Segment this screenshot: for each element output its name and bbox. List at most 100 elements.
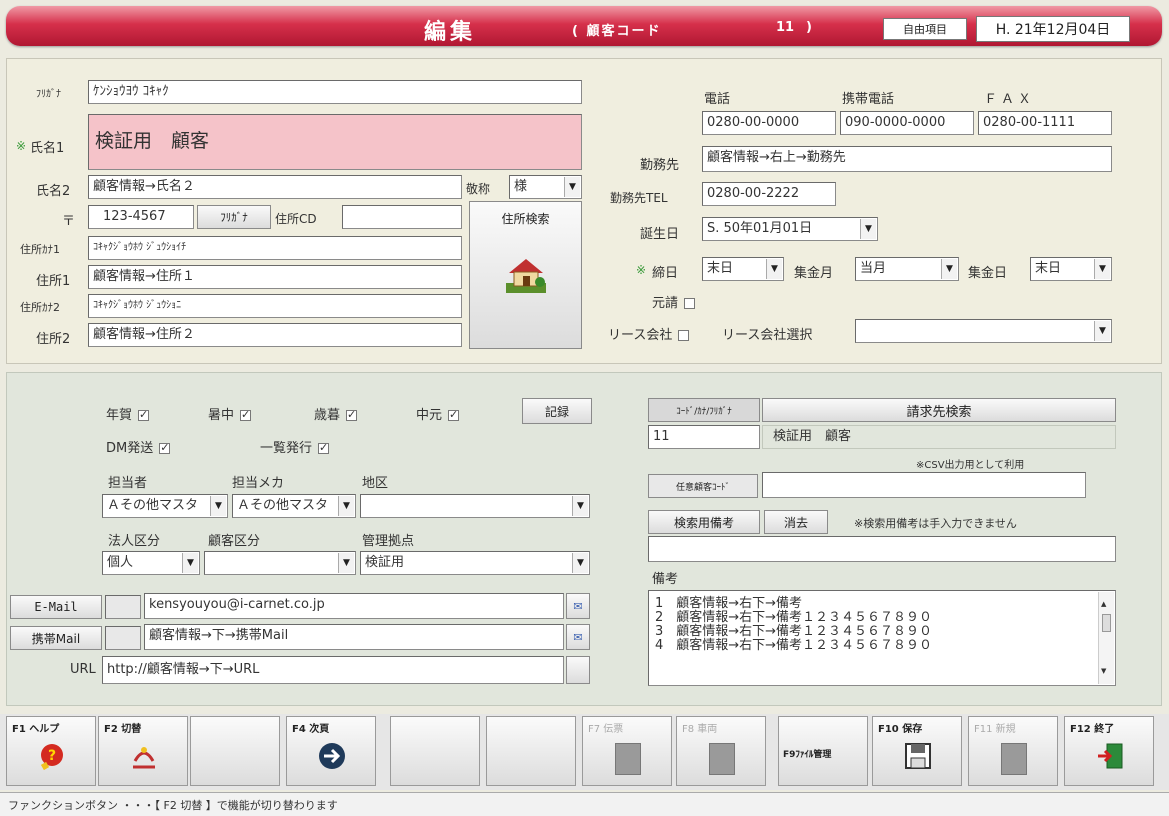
collect-month-select[interactable]: 当月 ▼ [855, 257, 959, 281]
chevron-down-icon[interactable]: ▼ [860, 219, 876, 239]
address2-label: 住所2 [36, 332, 71, 347]
chevron-down-icon[interactable]: ▼ [338, 553, 354, 573]
dm-checkbox[interactable] [159, 441, 171, 454]
closing-select[interactable]: 末日 ▼ [702, 257, 784, 281]
f1-help-button[interactable]: F1 ヘルプ ? [6, 716, 96, 786]
billing-search-button[interactable]: 請求先検索 [762, 398, 1116, 422]
closing-label: 締日 [652, 266, 679, 281]
mobile-input[interactable]: 090-0000-0000 [840, 111, 974, 135]
mobile-label: 携帯電話 [842, 92, 895, 107]
maker-select[interactable]: Ａその他マスタ ▼ [232, 494, 356, 518]
f4-next-page-button[interactable]: F4 次頁 [286, 716, 376, 786]
chevron-down-icon[interactable]: ▼ [766, 259, 782, 279]
f6-empty-button[interactable] [486, 716, 576, 786]
email-input[interactable]: kensyouyou@i-carnet.co.jp [144, 593, 564, 619]
kokyaku-select[interactable]: ▼ [204, 551, 356, 575]
chevron-down-icon[interactable]: ▼ [564, 177, 580, 197]
url-open-button[interactable] [566, 656, 590, 684]
address-kana1-input[interactable]: ｺｷｬｸｼﾞｮｳﾎｳ ｼﾞｭｳｼｮｲﾁ [88, 236, 462, 260]
f9-file-manage-button[interactable]: F9ﾌｧｲﾙ管理 [778, 716, 868, 786]
biko-scrollbar[interactable]: ▲ ▼ [1098, 592, 1114, 684]
lease-select[interactable]: ▼ [855, 319, 1112, 343]
f7-denpyo-button[interactable]: F7 伝票 [582, 716, 672, 786]
billing-name-display: 検証用 顧客 [762, 425, 1116, 449]
billing-code-input[interactable]: 11 [648, 425, 760, 449]
email-send-icon[interactable]: ✉ [566, 593, 590, 619]
chevron-down-icon[interactable]: ▼ [572, 553, 588, 573]
scroll-up-icon[interactable]: ▲ [1101, 596, 1106, 613]
biko-textarea[interactable]: 1 顧客情報→右下→備考 2 顧客情報→右下→備考１２３４５６７８９０ 3 顧客… [648, 590, 1116, 686]
fax-input[interactable]: 0280-00-1111 [978, 111, 1112, 135]
f3-empty-button[interactable] [190, 716, 280, 786]
f12-exit-button[interactable]: F12 終了 [1064, 716, 1154, 786]
workplace-tel-input[interactable]: 0280-00-2222 [702, 182, 836, 206]
f10-save-button[interactable]: F10 保存 [872, 716, 962, 786]
f11-new-button[interactable]: F11 新規 [968, 716, 1058, 786]
tantou-label: 担当者 [108, 476, 148, 491]
area-select[interactable]: ▼ [360, 494, 590, 518]
f8-vehicle-button[interactable]: F8 車両 [676, 716, 766, 786]
workplace-label: 勤務先 [640, 158, 680, 173]
clear-button[interactable]: 消去 [764, 510, 828, 534]
biko-label: 備考 [652, 572, 679, 587]
tantou-select[interactable]: Ａその他マスタ ▼ [102, 494, 228, 518]
address-cd-input[interactable] [342, 205, 462, 229]
ichiran-checkbox[interactable] [318, 441, 330, 454]
houjin-label: 法人区分 [108, 534, 161, 549]
collect-day-select[interactable]: 末日 ▼ [1030, 257, 1112, 281]
mobile-mail-button[interactable]: 携帯Mail [10, 626, 102, 650]
email-button[interactable]: E-Mail [10, 595, 102, 619]
address-cd-label: 住所CD [275, 212, 317, 226]
code-kana-label: ｺｰﾄﾞ/ｶﾅ/ﾌﾘｶﾞﾅ [648, 398, 760, 422]
f5-empty-button[interactable] [390, 716, 480, 786]
free-field-button[interactable]: 自由項目 [883, 18, 967, 40]
f11-label: F11 新規 [974, 724, 1016, 735]
nenga-checkbox[interactable] [138, 408, 150, 421]
kensaku-biko-input[interactable] [648, 536, 1116, 562]
seibo-checkbox[interactable] [346, 408, 358, 421]
address2-input[interactable]: 顧客情報→住所２ [88, 323, 462, 347]
postal-input[interactable]: 123-4567 [88, 205, 194, 229]
name1-input[interactable]: 検証用 顧客 [88, 114, 582, 170]
address1-input[interactable]: 顧客情報→住所１ [88, 265, 462, 289]
chevron-down-icon[interactable]: ▼ [210, 496, 226, 516]
birthday-select[interactable]: S. 50年01月01日 ▼ [702, 217, 878, 241]
url-input[interactable]: http://顧客情報→下→URL [102, 656, 564, 684]
name2-input[interactable]: 顧客情報→氏名２ [88, 175, 462, 199]
address-search-button[interactable]: 住所検索 [469, 201, 582, 349]
shochu-flag: 暑中 [208, 404, 252, 423]
chevron-down-icon[interactable]: ▼ [572, 496, 588, 516]
furigana-input[interactable]: ｹﾝｼｮｳﾖｳ ｺｷｬｸ [88, 80, 582, 104]
scroll-thumb[interactable] [1102, 614, 1111, 632]
lease-checkbox[interactable] [678, 330, 690, 341]
collect-month-value: 当月 [860, 261, 887, 276]
ichiran-flag: 一覧発行 [260, 437, 330, 456]
keisho-select[interactable]: 様 ▼ [509, 175, 582, 199]
chevron-down-icon[interactable]: ▼ [941, 259, 957, 279]
customer-code-value: 11 [776, 20, 795, 35]
address-kana2-input[interactable]: ｺｷｬｸｼﾞｮｳﾎｳ ｼﾞｭｳｼｮﾆ [88, 294, 462, 318]
chevron-down-icon[interactable]: ▼ [1094, 321, 1110, 341]
nini-code-input[interactable] [762, 472, 1086, 498]
chevron-down-icon[interactable]: ▼ [182, 553, 198, 573]
mobile-mail-input[interactable]: 顧客情報→下→携帯Mail [144, 624, 564, 650]
mobile-mail-send-icon[interactable]: ✉ [566, 624, 590, 650]
f2-switch-button[interactable]: F2 切替 [98, 716, 188, 786]
kyoten-select[interactable]: 検証用 ▼ [360, 551, 590, 575]
shochu-checkbox[interactable] [240, 408, 252, 421]
phone-input[interactable]: 0280-00-0000 [702, 111, 836, 135]
chugen-checkbox[interactable] [448, 408, 460, 421]
kensaku-biko-button[interactable]: 検索用備考 [648, 510, 760, 534]
page-title: 編集 [424, 19, 477, 45]
biko-line: 3 顧客情報→右下→備考１２３４５６７８９０ [655, 624, 933, 639]
chevron-down-icon[interactable]: ▼ [1094, 259, 1110, 279]
kiroku-button[interactable]: 記録 [522, 398, 592, 424]
scroll-down-icon[interactable]: ▼ [1101, 663, 1106, 680]
furigana-button[interactable]: ﾌﾘｶﾞﾅ [197, 205, 271, 229]
chevron-down-icon[interactable]: ▼ [338, 496, 354, 516]
houjin-select[interactable]: 個人 ▼ [102, 551, 200, 575]
motouke-checkbox[interactable] [684, 298, 696, 309]
workplace-input[interactable]: 顧客情報→右上→勤務先 [702, 146, 1112, 172]
maker-label: 担当メカ [232, 476, 285, 491]
lease-label: リース会社 [608, 324, 690, 343]
